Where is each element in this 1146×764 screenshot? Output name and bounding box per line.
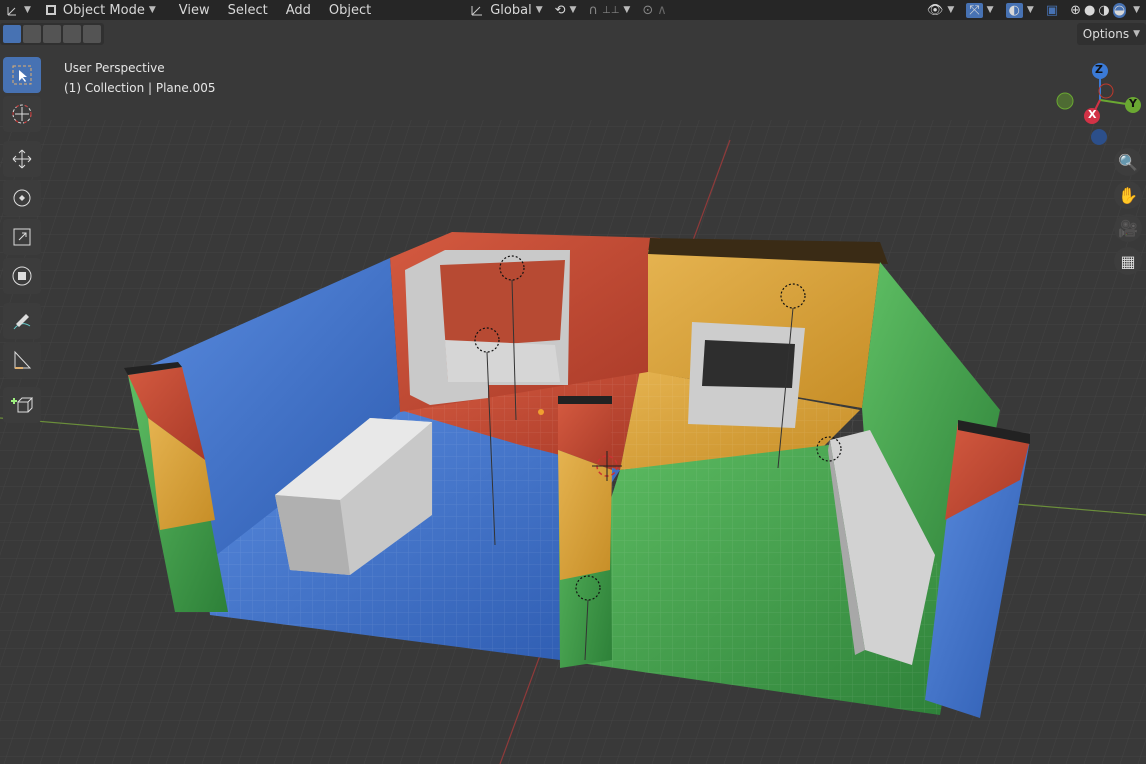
selection-mode-buttons (0, 23, 104, 45)
options-label: Options (1082, 27, 1130, 41)
camera-icon: 🎥 (1118, 218, 1138, 238)
move-arrows-icon (12, 149, 32, 169)
solid-shading-icon[interactable]: ● (1084, 3, 1095, 18)
chevron-down-icon: ▼ (1133, 5, 1140, 15)
select-new-icon[interactable] (3, 25, 21, 43)
rotate-tool[interactable] (3, 180, 41, 216)
rendered-shading-icon[interactable]: ◒ (1112, 2, 1127, 18)
viewport-info-text: User Perspective (1) Collection | Plane.… (64, 58, 215, 98)
perspective-toggle-button[interactable]: ▦ (1114, 247, 1142, 275)
proportional-icon: ⊙ (642, 2, 654, 18)
transform-tool[interactable] (3, 258, 41, 294)
gizmo-z-label: Z (1095, 63, 1103, 76)
menu-view[interactable]: View (170, 3, 219, 18)
scale-tool[interactable] (3, 219, 41, 255)
rotate-icon (13, 189, 31, 207)
scale-icon (13, 228, 31, 246)
chevron-down-icon: ▼ (1133, 29, 1140, 39)
wireframe-shading-icon[interactable]: ⊕ (1070, 3, 1081, 18)
header-bar: ▼ Object Mode ▼ View Select Add Object G… (0, 0, 1146, 20)
mode-dropdown[interactable]: Object Mode ▼ (37, 0, 162, 20)
falloff-icon: ∧ (657, 2, 667, 18)
chevron-down-icon: ▼ (535, 5, 543, 15)
cursor-tool[interactable] (3, 96, 41, 132)
chevron-down-icon: ▼ (148, 5, 156, 15)
select-extend-icon[interactable] (23, 25, 41, 43)
chevron-down-icon: ▼ (947, 5, 955, 15)
xray-toggle[interactable]: ▣ (1040, 0, 1064, 20)
zoom-button[interactable]: 🔍 (1114, 148, 1142, 176)
pencil-icon (13, 314, 31, 330)
chevron-down-icon: ▼ (623, 5, 631, 15)
select-subtract-icon[interactable] (43, 25, 61, 43)
overlays-icon: ◐ (1005, 2, 1023, 18)
perspective-label: User Perspective (64, 61, 165, 75)
pivot-point-dropdown[interactable]: ⟲ ▼ (549, 0, 583, 20)
xray-icon: ▣ (1045, 2, 1059, 18)
chevron-down-icon: ▼ (1026, 5, 1034, 15)
select-intersect-icon[interactable] (83, 25, 101, 43)
pan-button[interactable]: ✋ (1114, 181, 1142, 209)
select-difference-icon[interactable] (63, 25, 81, 43)
gizmo-y-label: Y (1129, 97, 1137, 110)
collection-label: (1) Collection | Plane.005 (64, 81, 216, 95)
pillar-center-top (558, 396, 612, 404)
grid-perspective-icon: ▦ (1120, 251, 1136, 271)
3d-viewport[interactable] (0, 0, 1146, 764)
editor-type-icon (6, 3, 20, 17)
ruler-icon (14, 350, 32, 369)
furniture-l-couch-seat (445, 340, 560, 382)
add-cube-icon (11, 397, 33, 413)
gizmo-x-label: X (1088, 108, 1097, 121)
furniture-cabinet-opening (702, 340, 795, 388)
crosshair-icon (12, 104, 32, 124)
gizmo-icon: ⤧ (966, 2, 983, 18)
menu-select[interactable]: Select (219, 3, 277, 18)
menu-add[interactable]: Add (277, 3, 320, 18)
overlays-toggle[interactable]: ◐ ▼ (1000, 0, 1040, 20)
origin-point (538, 409, 544, 415)
transform-icon (12, 266, 32, 286)
visibility-dropdown[interactable]: 👁 ▼ (921, 0, 960, 20)
transform-orientation-dropdown[interactable]: Global ▼ (464, 0, 548, 20)
select-box-tool[interactable] (3, 57, 41, 93)
measure-tool[interactable] (3, 342, 41, 378)
magnifier-plus-icon: 🔍 (1118, 152, 1138, 172)
gizmo-toggle[interactable]: ⤧ ▼ (960, 0, 999, 20)
menu-object[interactable]: Object (320, 3, 380, 18)
orientation-icon (470, 3, 484, 17)
shading-modes[interactable]: ⊕ ● ◑ ◒ ▼ (1064, 0, 1146, 20)
cursor-arrow-icon (12, 65, 32, 85)
mode-label: Object Mode (62, 2, 145, 18)
add-cube-tool[interactable] (3, 387, 41, 423)
object-mode-icon (45, 4, 57, 16)
annotate-tool[interactable] (3, 303, 41, 339)
navigation-buttons: 🔍 ✋ 🎥 ▦ (1114, 148, 1142, 280)
move-tool[interactable] (3, 141, 41, 177)
pillar-center-yellow (558, 450, 612, 580)
camera-view-button[interactable]: 🎥 (1114, 214, 1142, 242)
orientation-label: Global (490, 2, 532, 18)
pivot-icon: ⟲ (554, 2, 566, 18)
hand-icon: ✋ (1118, 185, 1138, 205)
proportional-editing-button[interactable]: ⊙ ∧ (636, 0, 672, 20)
material-shading-icon[interactable]: ◑ (1098, 3, 1109, 18)
editor-type-button[interactable]: ▼ (0, 0, 37, 20)
snap-increment-icon: ⊥⊥ (601, 4, 620, 16)
header-menus: View Select Add Object (170, 3, 380, 18)
eye-icon: 👁 (926, 2, 944, 18)
snapping-dropdown[interactable]: ∩ ⊥⊥ ▼ (582, 0, 636, 20)
options-dropdown[interactable]: Options ▼ (1076, 23, 1146, 45)
chevron-down-icon: ▼ (569, 5, 577, 15)
chevron-down-icon: ▼ (986, 5, 994, 15)
chevron-down-icon: ▼ (24, 5, 31, 15)
tool-shelf (3, 57, 43, 426)
magnet-icon: ∩ (588, 2, 598, 18)
